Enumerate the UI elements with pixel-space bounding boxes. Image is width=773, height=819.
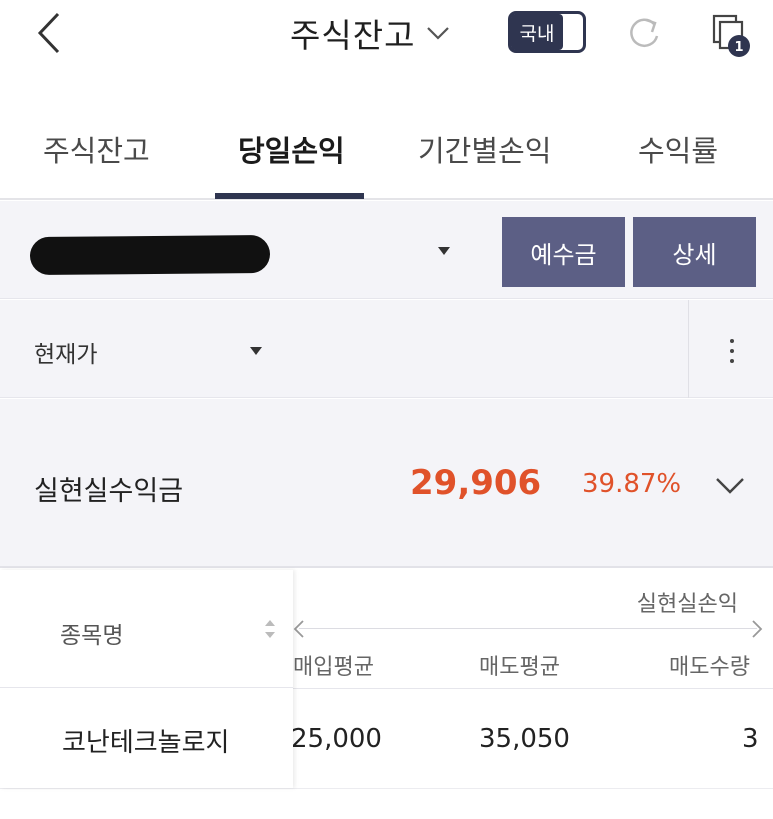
page-title: 주식잔고 — [290, 16, 416, 55]
stock-name-cell[interactable]: 코난테크놀로지 — [62, 722, 229, 759]
tab-bar: 주식잔고 당일손익 기간별손익 수익률 — [0, 100, 773, 200]
column-header-sell-avg: 매도평균 — [479, 655, 560, 680]
sell-qty-cell: 3 — [742, 724, 759, 754]
redacted-account-number[interactable] — [29, 234, 271, 276]
column-header-sell-qty: 매도수량 — [669, 655, 750, 680]
account-dropdown-caret-icon[interactable] — [438, 247, 450, 255]
buy-avg-cell: 25,000 — [291, 724, 382, 754]
divider — [0, 788, 773, 789]
divider — [293, 688, 773, 689]
active-tab-indicator — [215, 193, 364, 199]
chevron-down-icon[interactable] — [714, 471, 746, 499]
column-header-name: 종목명 — [60, 623, 124, 649]
realized-profit-amount: 29,906 — [410, 463, 542, 503]
tab-return-rate[interactable]: 수익률 — [638, 128, 718, 170]
copy-icon[interactable]: 1 — [706, 12, 756, 60]
group-header-realized-pl: 실현실손익 — [636, 592, 738, 617]
toggle-label: 국내 — [511, 14, 563, 50]
top-bar: 주식잔고 국내 1 — [0, 0, 773, 80]
price-type-select[interactable]: 현재가 — [34, 335, 97, 369]
tab-today-profit[interactable]: 당일손익 — [238, 128, 345, 170]
summary-label: 실현실수익금 — [34, 476, 184, 507]
deposit-button[interactable]: 예수금 — [502, 217, 625, 287]
name-column-header[interactable]: 종목명 — [0, 570, 293, 688]
title-selector[interactable]: 주식잔고 — [290, 10, 451, 56]
sort-icon[interactable] — [264, 618, 276, 640]
refresh-icon[interactable] — [624, 12, 664, 52]
realized-profit-rate: 39.87% — [582, 469, 682, 499]
copy-badge: 1 — [734, 40, 743, 55]
account-row: 예수금 상세 — [0, 201, 773, 299]
scroll-left-icon[interactable] — [293, 619, 305, 639]
divider — [688, 300, 689, 398]
price-selector-row: 현재가 — [0, 300, 773, 398]
divider — [299, 628, 757, 629]
price-dropdown-caret-icon[interactable] — [250, 347, 262, 355]
scrollable-columns[interactable]: 실현실손익 매입평균 매도평균 매도수량 25,000 35,050 3 — [291, 570, 773, 788]
tab-period-profit[interactable]: 기간별손익 — [418, 128, 551, 170]
holdings-table: 종목명 코난테크놀로지 실현실손익 매입평균 매도평균 매도수량 25,000 … — [0, 570, 773, 819]
sell-avg-cell: 35,050 — [479, 724, 570, 754]
back-icon[interactable] — [30, 8, 70, 58]
realized-profit-summary[interactable]: 실현실수익금 29,906 39.87% — [0, 399, 773, 568]
detail-button[interactable]: 상세 — [633, 217, 756, 287]
domestic-toggle[interactable]: 국내 — [508, 11, 586, 53]
column-header-buy-avg: 매입평균 — [293, 655, 374, 680]
tab-stock-balance[interactable]: 주식잔고 — [43, 128, 150, 170]
scroll-right-icon[interactable] — [751, 619, 763, 639]
fixed-name-column: 종목명 코난테크놀로지 — [0, 570, 293, 788]
chevron-down-icon — [427, 27, 450, 40]
more-vertical-icon[interactable] — [722, 336, 742, 366]
